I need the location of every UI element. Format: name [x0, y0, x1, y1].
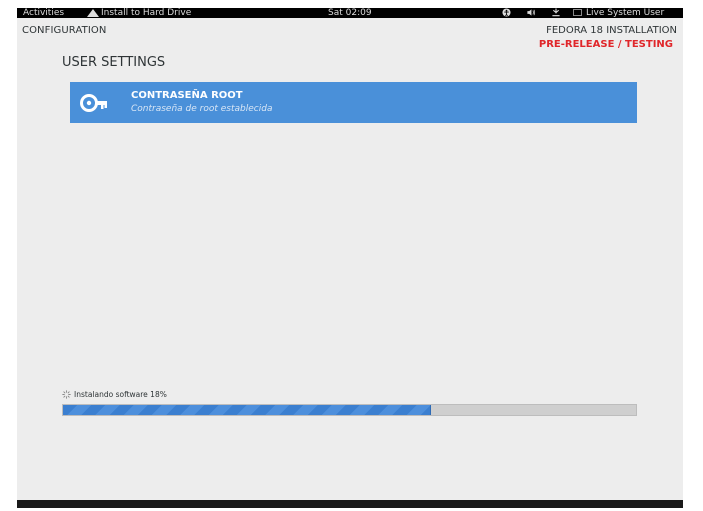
app-menu[interactable]: Install to Hard Drive	[87, 8, 191, 18]
product-title: FEDORA 18 INSTALLATION	[546, 25, 677, 36]
user-name: Live System User	[586, 8, 665, 18]
spoke-status: Contraseña de root establecida	[131, 104, 273, 114]
page-title: CONFIGURATION	[22, 25, 107, 36]
progress-status: Instalando software 18%	[62, 390, 167, 399]
user-status-icon	[573, 9, 582, 16]
accessibility-icon[interactable]	[502, 8, 511, 18]
user-settings-heading: USER SETTINGS	[62, 55, 166, 70]
bottom-edge	[17, 500, 683, 508]
key-icon	[80, 94, 107, 112]
spinner-icon	[62, 390, 71, 399]
user-menu[interactable]: Live System User	[573, 8, 664, 18]
top-bar: Activities Install to Hard Drive Sat 02:…	[17, 8, 683, 18]
installer-window: CONFIGURATION FEDORA 18 INSTALLATION PRE…	[17, 18, 683, 500]
activities-button[interactable]: Activities	[23, 8, 64, 18]
prerelease-warning: PRE-RELEASE / TESTING	[538, 39, 673, 50]
clock[interactable]: Sat 02:09	[328, 8, 372, 18]
spoke-title: CONTRASEÑA ROOT	[131, 90, 243, 101]
installer-app-icon	[87, 9, 99, 17]
volume-icon[interactable]	[526, 8, 536, 18]
root-password-spoke[interactable]: CONTRASEÑA ROOT Contraseña de root estab…	[70, 82, 637, 123]
progress-bar-fill	[63, 405, 431, 415]
app-menu-label: Install to Hard Drive	[101, 8, 192, 18]
network-icon[interactable]	[551, 8, 561, 18]
progress-label: Instalando software 18%	[74, 390, 167, 399]
progress-bar	[62, 404, 637, 416]
